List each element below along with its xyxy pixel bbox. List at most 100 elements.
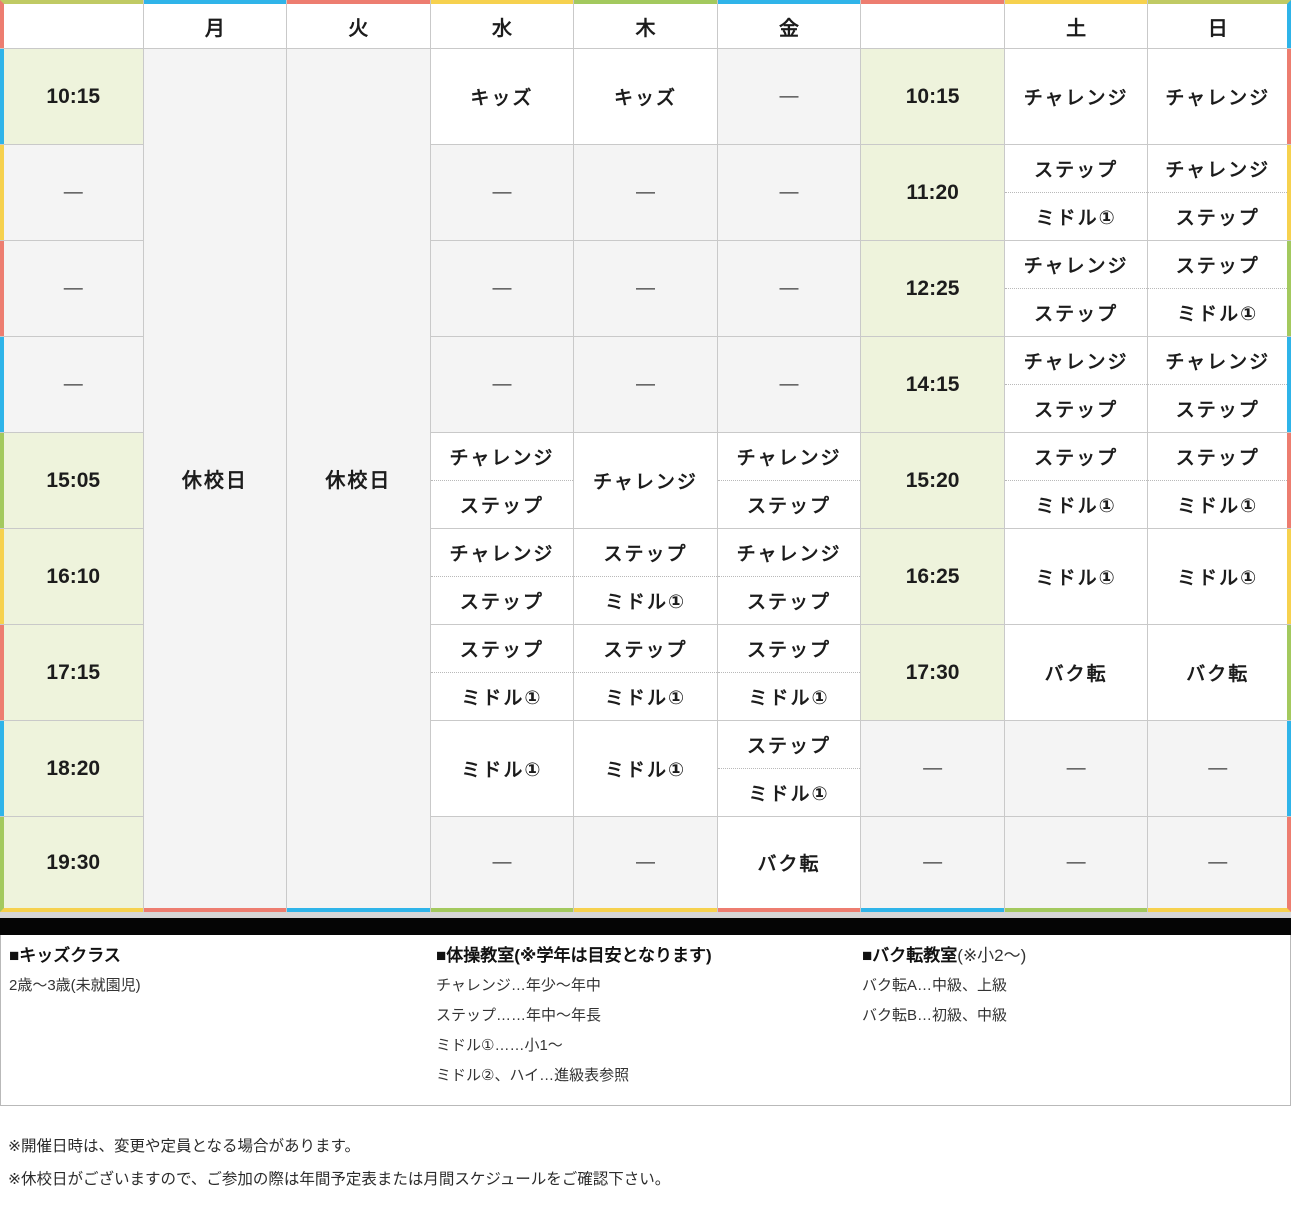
class-cell-thu: — (574, 241, 717, 336)
legend-top-divider (0, 918, 1291, 935)
closed-day-column-mon: 休校日 (144, 49, 287, 912)
time-column-header (861, 0, 1004, 48)
time-cell: — (0, 145, 143, 240)
legend-title-text: ■キッズクラス (9, 946, 121, 965)
class-slot: ミドル① (574, 672, 717, 720)
time-cell: — (861, 817, 1004, 912)
class-slot: ミドル① (1148, 288, 1287, 336)
class-slot: チャレンジ (431, 433, 574, 480)
class-cell-sun: ステップミドル① (1148, 241, 1291, 336)
class-cell-sat: ステップミドル① (1005, 145, 1148, 240)
class-slot: ステップ (431, 625, 574, 672)
class-cell-sun: — (1148, 817, 1291, 912)
class-cell-thu: — (574, 817, 717, 912)
legend-box: ■キッズクラス 2歳〜3歳(未就園児) ■体操教室(※学年は目安となります) チ… (0, 935, 1291, 1106)
class-slot: ステップ (574, 625, 717, 672)
time-cell: 10:15 (0, 49, 143, 144)
class-slot: チャレンジ (718, 529, 861, 576)
class-cell-wed: — (431, 817, 574, 912)
class-cell-wed: キッズ (431, 49, 574, 144)
note-closed-days: ※休校日がございますので、ご参加の際は年間予定表または月間スケジュールをご確認下… (8, 1163, 1291, 1196)
class-cell-fri: バク転 (718, 817, 861, 912)
class-cell-fri: チャレンジステップ (718, 433, 861, 528)
class-schedule-page: 月火水木金土日休校日休校日10:15キッズキッズ—10:15チャレンジチャレンジ… (0, 0, 1291, 1196)
class-slot: ステップ (718, 480, 861, 528)
legend-title-backflip: ■バク転教室(※小2〜) (862, 941, 1290, 971)
class-cell-fri: — (718, 49, 861, 144)
time-cell: 15:20 (861, 433, 1004, 528)
class-slot: ステップ (1148, 384, 1287, 432)
class-slot: ステップ (718, 576, 861, 624)
class-cell-thu: ステップミドル① (574, 529, 717, 624)
class-cell-fri: ステップミドル① (718, 721, 861, 816)
day-header-fri: 金 (718, 0, 861, 48)
legend-title-text: ■バク転教室 (862, 946, 957, 965)
class-slot: ミドル① (574, 576, 717, 624)
time-cell: 11:20 (861, 145, 1004, 240)
legend-section-gymnastics: ■体操教室(※学年は目安となります) チャレンジ…年少〜年中 ステップ……年中〜… (436, 941, 862, 1091)
class-cell-thu: — (574, 145, 717, 240)
class-slot: チャレンジ (718, 433, 861, 480)
legend-item: バク転B…初級、中級 (862, 1001, 1290, 1031)
time-cell: 16:25 (861, 529, 1004, 624)
footer-notes: ※開催日時は、変更や定員となる場合があります。 ※休校日がございますので、ご参加… (8, 1130, 1291, 1196)
class-slot: ステップ (718, 625, 861, 672)
class-cell-fri: ステップミドル① (718, 625, 861, 720)
class-slot: ステップ (1005, 288, 1148, 336)
legend-title-gymnastics: ■体操教室(※学年は目安となります) (436, 941, 862, 971)
class-cell-sun: — (1148, 721, 1291, 816)
class-cell-sat: — (1005, 721, 1148, 816)
legend-title-suffix: (※小2〜) (957, 946, 1026, 965)
class-cell-sun: バク転 (1148, 625, 1291, 720)
class-slot: ミドル① (718, 672, 861, 720)
class-cell-wed: チャレンジステップ (431, 529, 574, 624)
class-slot: ミドル① (1148, 480, 1287, 528)
class-slot: ステップ (1148, 241, 1287, 288)
time-cell: 18:20 (0, 721, 143, 816)
class-slot: ステップ (574, 529, 717, 576)
class-slot: チャレンジ (1148, 337, 1287, 384)
class-cell-wed: — (431, 145, 574, 240)
legend-item: 2歳〜3歳(未就園児) (9, 971, 436, 1001)
time-cell: 16:10 (0, 529, 143, 624)
class-slot: ステップ (1005, 433, 1148, 480)
class-cell-sat: チャレンジステップ (1005, 337, 1148, 432)
time-cell: — (0, 241, 143, 336)
day-header-thu: 木 (574, 0, 717, 48)
class-cell-fri: — (718, 241, 861, 336)
time-cell: 15:05 (0, 433, 143, 528)
day-header-wed: 水 (431, 0, 574, 48)
class-cell-sun: チャレンジ (1148, 49, 1291, 144)
class-cell-wed: — (431, 241, 574, 336)
class-slot: チャレンジ (431, 529, 574, 576)
legend-title-text: ■体操教室(※学年は目安となります) (436, 946, 712, 965)
time-cell: 12:25 (861, 241, 1004, 336)
class-cell-thu: ステップミドル① (574, 625, 717, 720)
class-cell-thu: ミドル① (574, 721, 717, 816)
legend-title-kids: ■キッズクラス (9, 941, 436, 971)
class-slot: ミドル① (718, 768, 861, 816)
class-cell-sat: チャレンジステップ (1005, 241, 1148, 336)
class-slot: ステップ (431, 480, 574, 528)
class-cell-thu: キッズ (574, 49, 717, 144)
legend-item: ステップ……年中〜年長 (436, 1001, 862, 1031)
time-cell: 10:15 (861, 49, 1004, 144)
class-cell-sat: — (1005, 817, 1148, 912)
class-slot: ステップ (718, 721, 861, 768)
class-slot: チャレンジ (1005, 337, 1148, 384)
class-cell-thu: チャレンジ (574, 433, 717, 528)
legend-item: チャレンジ…年少〜年中 (436, 971, 862, 1001)
day-header-sun: 日 (1148, 0, 1291, 48)
class-cell-wed: ミドル① (431, 721, 574, 816)
schedule-table: 月火水木金土日休校日休校日10:15キッズキッズ—10:15チャレンジチャレンジ… (0, 0, 1291, 918)
legend-item: ミドル②、ハイ…進級表参照 (436, 1061, 862, 1091)
class-cell-thu: — (574, 337, 717, 432)
class-slot: ミドル① (431, 672, 574, 720)
class-slot: ミドル① (1005, 480, 1148, 528)
time-cell: 17:15 (0, 625, 143, 720)
time-column-header (0, 0, 143, 48)
class-cell-sun: チャレンジステップ (1148, 337, 1291, 432)
class-cell-sat: ステップミドル① (1005, 433, 1148, 528)
class-slot: ステップ (1148, 433, 1287, 480)
class-cell-sat: ミドル① (1005, 529, 1148, 624)
